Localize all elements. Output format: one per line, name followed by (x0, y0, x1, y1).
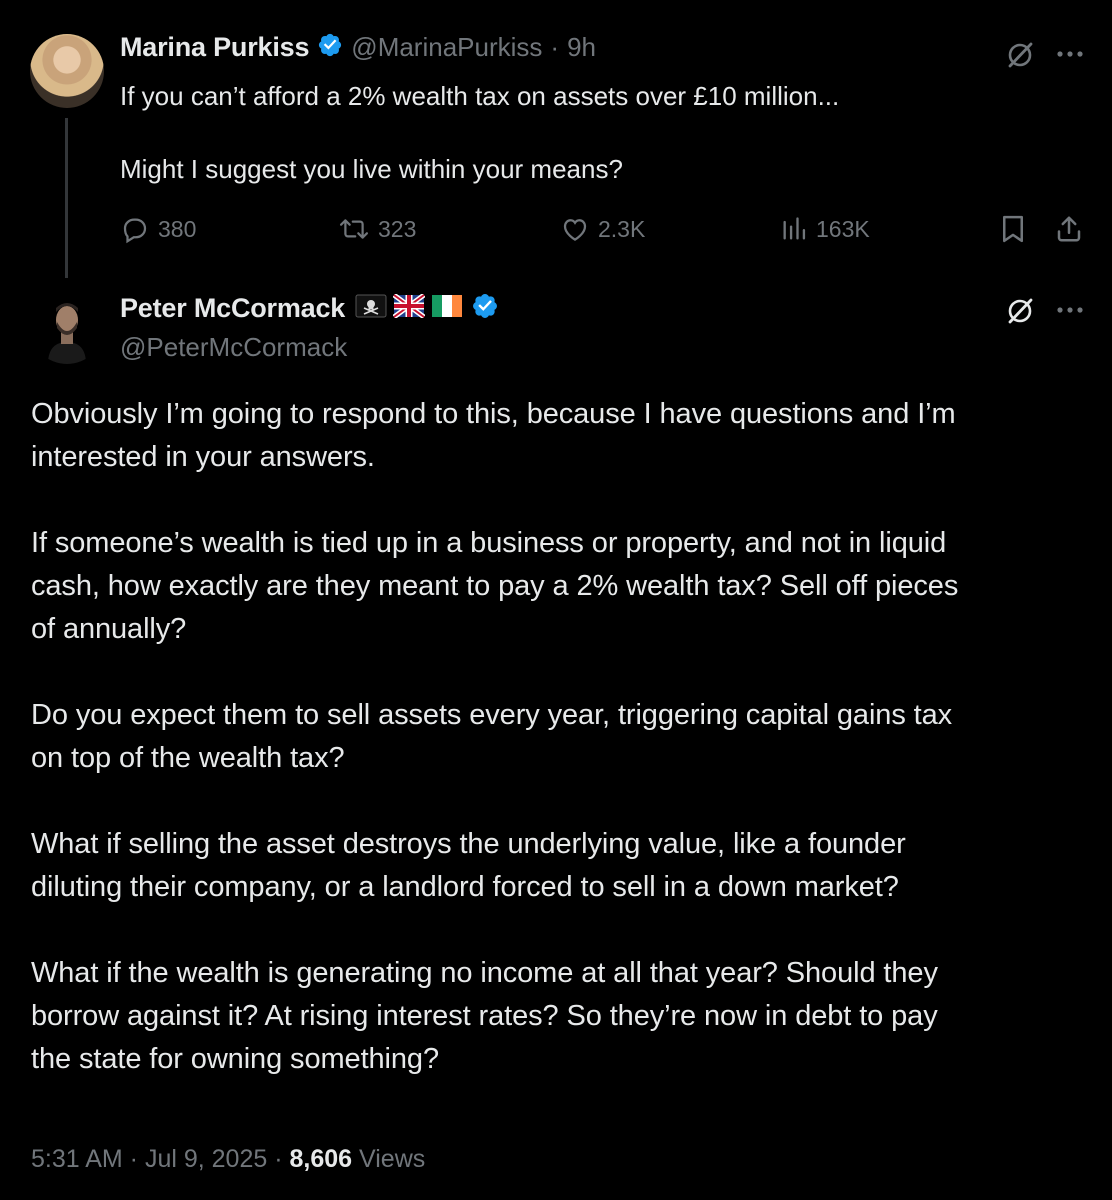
body-line: cash, how exactly are they meant to pay … (31, 570, 959, 602)
share-icon[interactable] (1052, 212, 1086, 246)
tweet-timestamp[interactable]: 5:31 AM · Jul 9, 2025 (31, 1145, 267, 1173)
tweet-body: Obviously I’m going to respond to this, … (31, 393, 1091, 1081)
views-label: Views (359, 1145, 426, 1173)
body-line: of annually? (31, 613, 187, 645)
separator-dot: · (274, 1145, 283, 1173)
views-icon (783, 217, 806, 240)
views-count[interactable]: 8,606 (290, 1145, 353, 1173)
pirate-flag-icon (355, 294, 387, 323)
body-line: diluting their company, or a landlord fo… (31, 871, 899, 903)
body-line: borrow against it? At rising interest ra… (31, 1000, 938, 1032)
paragraph-5: What if the wealth is generating no inco… (31, 952, 1091, 1081)
quoted-tweet-header: Marina Purkiss @MarinaPurkiss · 9h (120, 32, 596, 63)
body-line: What if selling the asset destroys the u… (31, 828, 906, 860)
body-line: interested in your answers. (31, 441, 375, 473)
bookmark-icon[interactable] (997, 213, 1029, 245)
verified-badge-icon (471, 292, 499, 325)
author-handle[interactable]: @MarinaPurkiss (351, 32, 542, 63)
more-icon[interactable] (1053, 298, 1087, 322)
ireland-flag-icon (431, 294, 463, 323)
like-button[interactable]: 2.3K (560, 214, 645, 244)
author-name[interactable]: Peter McCormack (120, 293, 345, 324)
views-count: 163K (816, 215, 870, 242)
grok-icon[interactable] (1003, 294, 1037, 328)
avatar-peter[interactable] (30, 290, 104, 364)
verified-badge-icon (317, 32, 343, 63)
like-icon (563, 219, 587, 241)
body-line: the state for owning something? (31, 1043, 439, 1075)
main-author-handle[interactable]: @PeterMcCormack (120, 332, 347, 363)
reply-icon (123, 218, 147, 244)
uk-flag-icon (392, 292, 426, 323)
repost-button[interactable]: 323 (338, 214, 416, 244)
body-line: Do you expect them to sell assets every … (31, 699, 953, 731)
main-tweet-header: Peter McCormack (120, 292, 499, 325)
repost-count: 323 (378, 215, 417, 242)
body-line: What if the wealth is generating no inco… (31, 957, 938, 989)
separator-dot: · (550, 32, 560, 62)
grok-icon[interactable] (1003, 38, 1037, 72)
tweet-meta: 5:31 AM · Jul 9, 2025 · 8,606 Views (31, 1145, 425, 1174)
author-name[interactable]: Marina Purkiss (120, 32, 309, 63)
like-count: 2.3K (598, 215, 646, 242)
repost-icon (339, 219, 369, 239)
views-button[interactable]: 163K (780, 214, 870, 244)
paragraph-4: What if selling the asset destroys the u… (31, 823, 1091, 909)
more-icon[interactable] (1053, 42, 1087, 66)
body-line: on top of the wealth tax? (31, 742, 345, 774)
quoted-tweet-line2: Might I suggest you live within your mea… (120, 154, 623, 184)
body-line: Obviously I’m going to respond to this, … (31, 398, 956, 430)
thread-connector (65, 118, 68, 278)
paragraph-2: If someone’s wealth is tied up in a busi… (31, 522, 1091, 651)
quoted-tweet-line1: If you can’t afford a 2% wealth tax on a… (120, 81, 840, 111)
avatar-marina[interactable] (30, 34, 104, 108)
reply-count: 380 (158, 215, 197, 242)
paragraph-1: Obviously I’m going to respond to this, … (31, 393, 1091, 479)
body-line: If someone’s wealth is tied up in a busi… (31, 527, 947, 559)
reply-button[interactable]: 380 (120, 214, 196, 244)
tweet-time[interactable]: 9h (567, 32, 596, 63)
paragraph-3: Do you expect them to sell assets every … (31, 694, 1091, 780)
